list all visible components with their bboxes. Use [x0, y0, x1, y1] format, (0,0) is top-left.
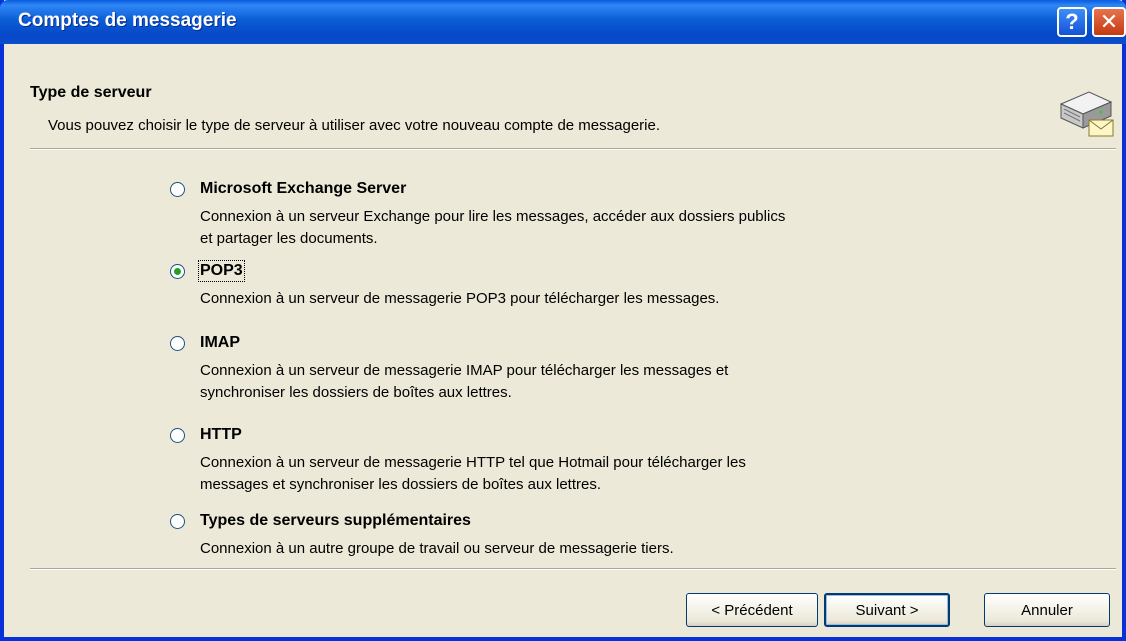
- option-http-desc-1: Connexion à un serveur de messagerie HTT…: [200, 454, 746, 471]
- option-additional-types-desc-1: Connexion à un autre groupe de travail o…: [200, 540, 674, 557]
- window-title: Comptes de messagerie: [18, 10, 237, 31]
- option-http-desc-2: messages et synchroniser les dossiers de…: [200, 476, 602, 493]
- option-http-label[interactable]: HTTP: [200, 426, 242, 444]
- radio-additional-types[interactable]: [170, 514, 185, 529]
- close-button[interactable]: ✕: [1092, 7, 1126, 37]
- title-bar[interactable]: Comptes de messagerie ? ✕: [0, 0, 1126, 44]
- next-button[interactable]: Suivant >: [824, 593, 950, 627]
- radio-imap[interactable]: [170, 336, 185, 351]
- option-exchange-label[interactable]: Microsoft Exchange Server: [200, 180, 406, 198]
- option-imap-desc-1: Connexion à un serveur de messagerie IMA…: [200, 362, 729, 379]
- option-additional-types-label[interactable]: Types de serveurs supplémentaires: [200, 512, 471, 530]
- cancel-button[interactable]: Annuler: [984, 593, 1110, 627]
- section-subtitle: Vous pouvez choisir le type de serveur à…: [48, 117, 660, 134]
- option-imap-label[interactable]: IMAP: [200, 334, 240, 352]
- option-pop3-label[interactable]: POP3: [198, 260, 245, 282]
- header-separator: [30, 148, 1116, 150]
- radio-http[interactable]: [170, 428, 185, 443]
- radio-exchange[interactable]: [170, 182, 185, 197]
- radio-pop3[interactable]: [170, 264, 185, 279]
- footer-separator: [30, 568, 1116, 570]
- option-exchange-desc-1: Connexion à un serveur Exchange pour lir…: [200, 208, 786, 225]
- section-title: Type de serveur: [30, 84, 152, 101]
- help-button[interactable]: ?: [1057, 7, 1087, 37]
- option-pop3-desc-1: Connexion à un serveur de messagerie POP…: [200, 290, 720, 307]
- option-imap-desc-2: synchroniser les dossiers de boîtes aux …: [200, 384, 512, 401]
- back-button[interactable]: < Précédent: [686, 593, 818, 627]
- server-mail-icon: [1059, 91, 1114, 137]
- option-exchange-desc-2: et partager les documents.: [200, 230, 378, 247]
